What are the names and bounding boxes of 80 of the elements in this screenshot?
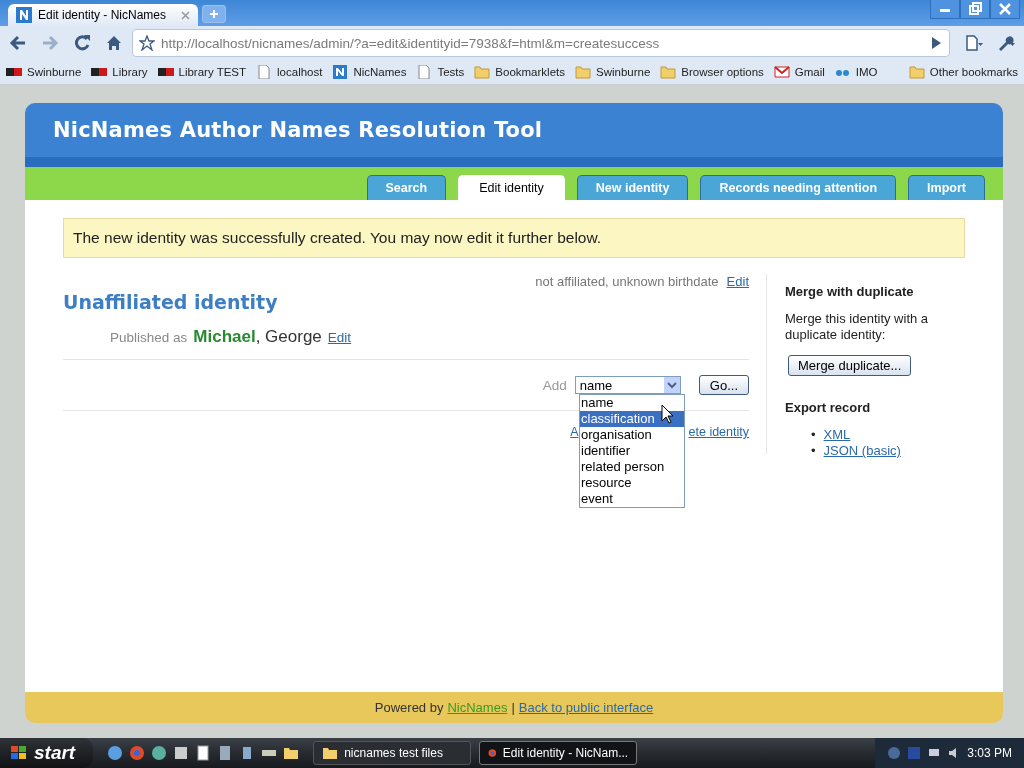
start-button[interactable]: start	[0, 738, 94, 768]
separator: |	[511, 700, 515, 715]
public-interface-link[interactable]: Back to public interface	[518, 700, 654, 715]
taskbar-window[interactable]: nicnames test files	[313, 741, 472, 765]
bullet: •	[811, 443, 816, 459]
action-link[interactable]: A	[570, 425, 579, 439]
flag-icon	[6, 65, 22, 79]
notepad-icon[interactable]	[195, 745, 212, 761]
bookmark-link[interactable]: Bookmarklets	[495, 66, 565, 78]
folder-icon	[660, 65, 677, 79]
bookmark-link[interactable]: Library	[112, 66, 148, 78]
browser-icon[interactable]	[129, 745, 146, 761]
dropdown-option[interactable]: organisation	[580, 427, 684, 443]
app-icon[interactable]	[173, 745, 190, 761]
mail-icon	[773, 65, 790, 79]
reload-icon[interactable]	[73, 34, 91, 52]
dropdown-option[interactable]: related person	[580, 459, 684, 475]
export-heading: Export record	[785, 400, 872, 415]
merge-text: Merge this identity with a duplicate identity:	[785, 311, 930, 343]
published-name: Michael, George	[193, 327, 322, 347]
action-link[interactable]: ete identity	[688, 425, 749, 439]
flag-icon	[91, 65, 108, 79]
bookmark-link[interactable]: Library TEST	[178, 66, 247, 78]
app-icon[interactable]	[107, 745, 124, 761]
minimize-icon[interactable]	[930, 0, 960, 19]
folder-icon[interactable]	[283, 745, 300, 761]
add-label: Add	[542, 377, 567, 393]
bookmark-link[interactable]: Tests	[437, 66, 465, 78]
success-message: The new identity was successfully created. You may now edit it further below.	[63, 218, 965, 258]
dropdown-option[interactable]: classification	[580, 411, 684, 427]
nav-tab[interactable]: Edit identity	[458, 175, 565, 200]
edit-link[interactable]: Edit	[726, 274, 749, 294]
windows-logo-icon	[10, 745, 28, 761]
home-icon[interactable]	[105, 34, 123, 52]
mouse-pointer-icon	[661, 404, 673, 424]
add-select[interactable]: name	[574, 376, 681, 394]
export-link[interactable]: XML	[823, 427, 851, 443]
merge-button[interactable]: Merge duplicate...	[788, 355, 912, 376]
bullet: •	[811, 427, 816, 443]
bookmark-link[interactable]: Browser options	[681, 66, 764, 78]
bookmark-link[interactable]: localhost	[277, 66, 323, 78]
taskbar-window[interactable]: Edit identity - NicNam...	[479, 741, 638, 765]
footer-text: Powered by	[374, 700, 444, 715]
page-menu-icon[interactable]	[965, 34, 983, 52]
close-icon[interactable]	[990, 0, 1020, 19]
status-text: not affiliated, unknown birthdate	[535, 274, 719, 291]
browser-tab[interactable]: Edit identity - NicNames	[8, 4, 198, 26]
merge-heading: Merge with duplicate	[785, 284, 915, 299]
bookmark-link[interactable]: Swinburne	[27, 66, 82, 78]
n-logo-icon	[332, 65, 349, 79]
published-label: Published as	[110, 330, 188, 345]
play-icon[interactable]	[929, 36, 943, 50]
close-icon[interactable]	[181, 10, 190, 20]
star-icon[interactable]	[139, 35, 155, 51]
page-icon	[416, 65, 433, 79]
dropdown-option[interactable]: event	[580, 491, 684, 507]
bookmark-link[interactable]: NicNames	[353, 66, 407, 78]
page-icon	[256, 65, 273, 79]
export-link[interactable]: JSON (basic)	[823, 443, 901, 459]
clock: 3:03 PM	[967, 746, 1012, 760]
site-title: NicNames Author Names Resolution Tool	[53, 118, 543, 142]
folder-icon	[575, 65, 591, 79]
folder-icon	[322, 746, 339, 760]
folder-icon	[908, 65, 925, 79]
bookmark-link[interactable]: Gmail	[794, 66, 825, 78]
restore-icon[interactable]	[960, 0, 990, 19]
flag-icon	[157, 65, 174, 79]
wrench-icon[interactable]	[997, 34, 1015, 52]
edit-link[interactable]: Edit	[327, 330, 352, 345]
identity-heading: Unaffiliated identity	[63, 291, 279, 313]
dropdown-option[interactable]: name	[580, 395, 684, 411]
bookmark-link[interactable]: Other bookmarks	[929, 66, 1018, 78]
globe-icon[interactable]	[151, 745, 168, 761]
dropdown-option[interactable]: resource	[580, 475, 684, 491]
bookmark-link[interactable]: Swinburne	[596, 66, 651, 78]
folder-icon	[474, 65, 491, 79]
bookmark-link[interactable]: IMO	[855, 66, 878, 78]
dropdown-option[interactable]: identifier	[580, 443, 684, 459]
go-button[interactable]: Go...	[698, 375, 749, 395]
back-icon[interactable]	[9, 34, 27, 52]
